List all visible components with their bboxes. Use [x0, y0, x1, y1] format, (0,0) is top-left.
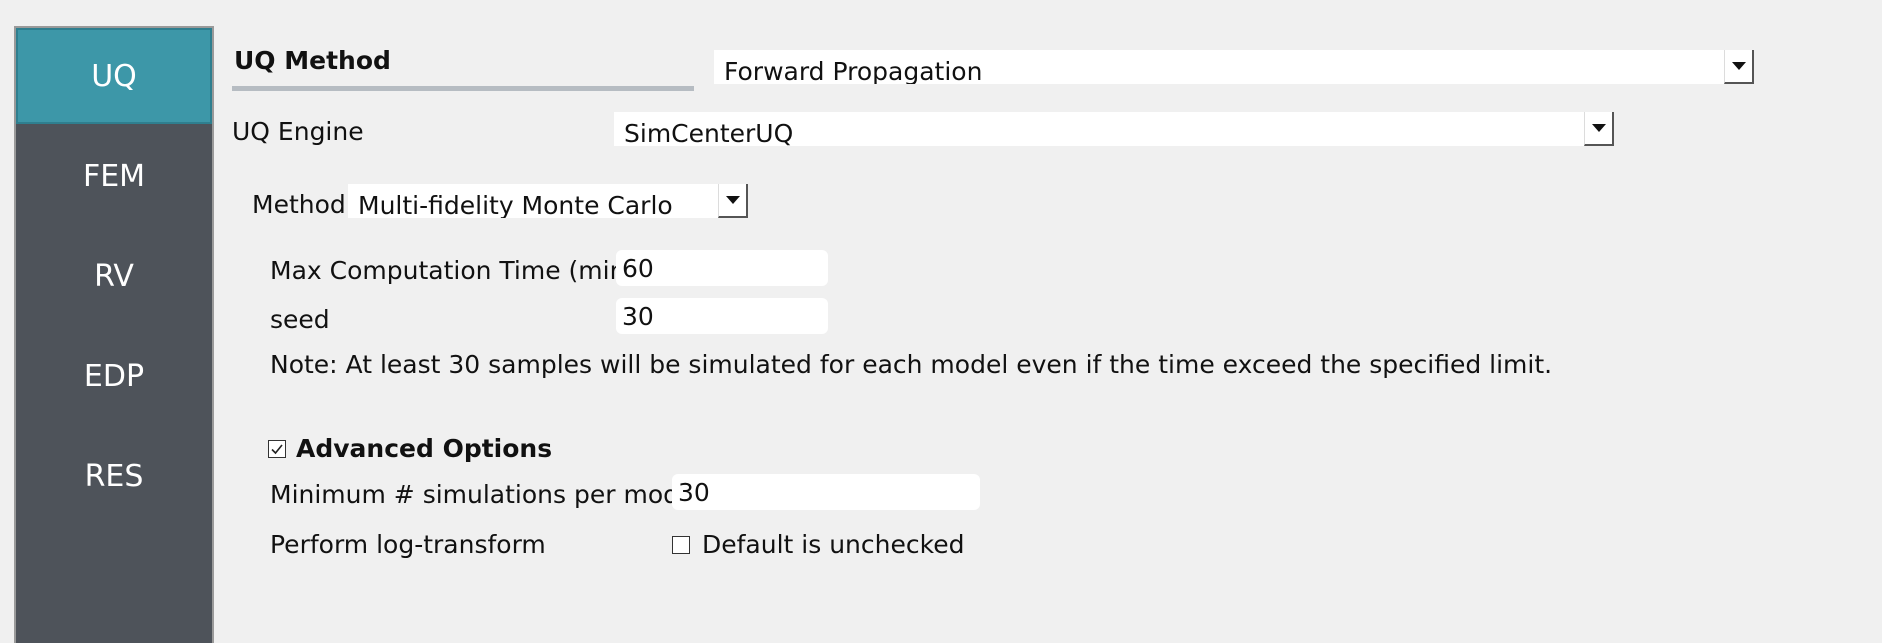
min-sims-input[interactable]: 30 [672, 474, 980, 510]
sidebar-item-fem[interactable]: FEM [16, 128, 212, 224]
log-transform-toggle[interactable]: Default is unchecked [672, 530, 964, 559]
advanced-options-toggle[interactable]: Advanced Options [268, 434, 552, 463]
uq-engine-select[interactable]: SimCenterUQ [614, 112, 1614, 146]
sidebar-item-label: EDP [83, 358, 145, 394]
advanced-options-label: Advanced Options [296, 434, 553, 463]
title-underline [232, 86, 694, 91]
uq-engine-selected: SimCenterUQ [624, 118, 794, 147]
uq-method-selected: Forward Propagation [724, 56, 983, 85]
check-icon [271, 443, 283, 454]
log-transform-checkbox[interactable] [672, 535, 690, 554]
sidebar-item-edp[interactable]: EDP [16, 328, 212, 424]
max-time-label: Max Computation Time (min) [270, 256, 636, 285]
sidebar-item-uq[interactable]: UQ [16, 28, 212, 124]
app-window: UQ FEM RV EDP RES UQ Method Forward Prop… [0, 0, 1882, 643]
main-panel: UQ Method Forward Propagation UQ Engine … [232, 0, 1882, 643]
sidebar-item-label: UQ [91, 58, 137, 94]
sidebar: UQ FEM RV EDP RES [14, 26, 214, 643]
sidebar-item-res[interactable]: RES [16, 428, 212, 524]
seed-input[interactable]: 30 [616, 298, 828, 334]
max-time-input[interactable]: 60 [616, 250, 828, 286]
chevron-down-icon[interactable] [718, 184, 748, 218]
chevron-down-icon[interactable] [1584, 112, 1614, 146]
log-transform-label: Perform log-transform [270, 530, 546, 559]
seed-label: seed [270, 305, 330, 334]
method-label: Method [252, 190, 346, 219]
method-select[interactable]: Multi-fidelity Monte Carlo [348, 184, 748, 218]
min-sims-label: Minimum # simulations per model [270, 480, 702, 509]
sidebar-item-label: RV [94, 258, 134, 294]
sidebar-item-label: FEM [82, 158, 146, 194]
method-selected: Multi-fidelity Monte Carlo [358, 190, 673, 219]
chevron-down-icon[interactable] [1724, 50, 1754, 84]
uq-method-title: UQ Method [234, 46, 391, 75]
advanced-options-checkbox[interactable] [268, 439, 286, 458]
log-transform-checkbox-label: Default is unchecked [702, 530, 965, 559]
sidebar-item-label: RES [84, 458, 144, 494]
uq-method-select[interactable]: Forward Propagation [714, 50, 1754, 84]
note-text: Note: At least 30 samples will be simula… [270, 350, 1553, 379]
sidebar-item-rv[interactable]: RV [16, 228, 212, 324]
uq-engine-label: UQ Engine [232, 117, 364, 146]
